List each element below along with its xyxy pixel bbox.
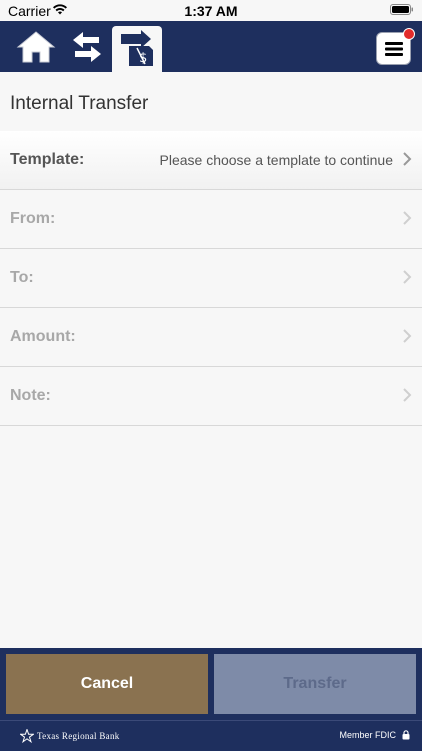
to-row[interactable]: To: — [0, 249, 422, 308]
from-label: From: — [10, 210, 56, 227]
bank-name: Texas Regional Bank — [37, 731, 120, 741]
amount-row[interactable]: Amount: — [0, 308, 422, 367]
menu-button[interactable] — [376, 28, 415, 65]
lock-icon — [402, 730, 410, 740]
action-bar: Cancel Transfer — [0, 648, 422, 720]
cancel-button[interactable]: Cancel — [6, 654, 208, 714]
home-icon — [16, 30, 56, 62]
top-navigation: $ — [0, 21, 422, 72]
chevron-right-icon — [403, 152, 412, 166]
template-row[interactable]: Template: Please choose a template to co… — [0, 131, 422, 190]
template-value: Please choose a template to continue — [159, 152, 394, 168]
bank-brand: Texas Regional Bank — [20, 729, 120, 743]
chevron-right-icon — [403, 270, 412, 284]
svg-text:$: $ — [139, 51, 147, 66]
bottom-bar: Texas Regional Bank Member FDIC — [0, 720, 422, 751]
battery-icon — [390, 4, 413, 15]
page-header: Internal Transfer — [0, 72, 422, 132]
note-label: Note: — [10, 387, 51, 404]
internal-transfer-tab[interactable]: $ — [112, 26, 162, 72]
hamburger-menu-icon — [384, 41, 403, 56]
transfer-arrows-icon — [73, 31, 101, 62]
star-logo-icon — [20, 729, 34, 743]
transfer-button[interactable]: Transfer — [214, 654, 416, 714]
clock: 1:37 AM — [184, 3, 238, 19]
fdic-notice: Member FDIC — [339, 730, 410, 740]
home-button[interactable] — [10, 21, 62, 72]
chevron-right-icon — [403, 211, 412, 225]
chevron-right-icon — [403, 329, 412, 343]
notification-badge — [403, 28, 415, 40]
internal-transfer-icon: $ — [121, 30, 153, 66]
fdic-label: Member FDIC — [339, 730, 396, 740]
note-row[interactable]: Note: — [0, 367, 422, 426]
transfers-button[interactable] — [62, 21, 112, 72]
amount-label: Amount: — [10, 328, 76, 345]
from-row[interactable]: From: — [0, 190, 422, 249]
template-label: Template: — [10, 151, 85, 168]
status-bar: Carrier 1:37 AM — [0, 0, 422, 21]
to-label: To: — [10, 269, 34, 286]
content-blank-area — [0, 426, 422, 648]
page-title: Internal Transfer — [10, 93, 149, 114]
chevron-right-icon — [403, 388, 412, 402]
